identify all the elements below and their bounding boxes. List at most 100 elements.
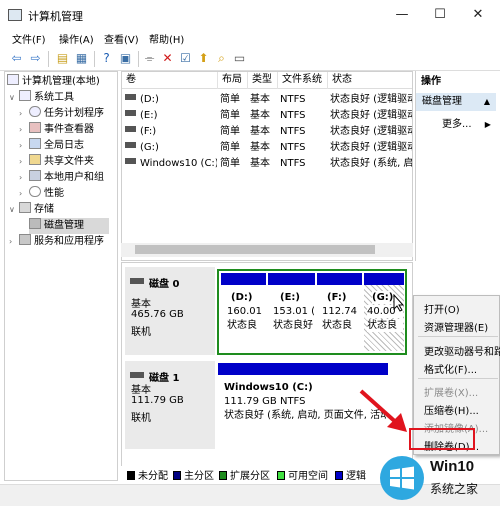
action-more[interactable]: 更多... ▶: [442, 115, 491, 130]
tree-item-shared-folders[interactable]: › 共享文件夹: [19, 154, 94, 170]
partition-bar: [364, 273, 404, 285]
folder-up-icon[interactable]: ⬆: [196, 51, 211, 66]
menu-view[interactable]: 查看(V): [104, 31, 139, 46]
tree-item-local-users[interactable]: › 本地用户和组: [19, 170, 104, 186]
tree-item-disk-management[interactable]: 磁盘管理: [29, 218, 109, 234]
tree-item-task-scheduler[interactable]: › 任务计划程序: [19, 106, 104, 122]
scrollbar-thumb[interactable]: [135, 245, 375, 254]
disk1-info[interactable]: 磁盘 1 基本 111.79 GB 联机: [125, 361, 215, 449]
chevron-right-icon[interactable]: ›: [19, 170, 29, 186]
partition-label: (F:): [327, 292, 347, 303]
help-icon[interactable]: ?: [99, 51, 114, 66]
chevron-right-icon: ▶: [484, 120, 491, 129]
column-header-type[interactable]: 类型: [248, 72, 278, 89]
partition-size: 112.74: [322, 306, 357, 317]
collapse-triangle-icon[interactable]: ▲: [484, 93, 490, 111]
menu-item-format[interactable]: 格式化(F)...: [424, 361, 477, 376]
action-disk-management[interactable]: 磁盘管理 ▲: [416, 93, 496, 111]
tree-label: 共享文件夹: [44, 156, 94, 167]
tree-item-event-viewer[interactable]: › 事件查看器: [19, 122, 94, 138]
up-folder-icon[interactable]: ▤: [55, 51, 70, 66]
tree-item-system-tools[interactable]: ∨ 系统工具: [9, 90, 74, 106]
clock-icon: [29, 106, 41, 117]
close-button[interactable]: ✕: [460, 4, 496, 26]
disk0-info[interactable]: 磁盘 0 基本 465.76 GB 联机: [125, 267, 215, 355]
layout-cell: 简单: [220, 142, 240, 153]
volume-cell: (G:): [125, 140, 217, 156]
menu-divider: [418, 336, 498, 337]
column-header-volume[interactable]: 卷: [122, 72, 218, 89]
tree-label: 任务计划程序: [44, 108, 104, 119]
cursor-shape: [393, 294, 405, 312]
minimize-button[interactable]: —: [384, 4, 420, 26]
status-cell: 状态良好 (逻辑驱动: [330, 126, 413, 137]
tree-label: 磁盘管理: [44, 220, 84, 231]
partition-g[interactable]: (G:) 40.00 状态良: [364, 273, 404, 351]
status-cell: 状态良好 (逻辑驱动: [330, 94, 413, 105]
volume-name: Windows10 (C:): [140, 158, 217, 169]
tree-label: 存储: [34, 204, 54, 215]
tree-item-performance[interactable]: › 性能: [19, 186, 64, 202]
tree-item-root[interactable]: 计算机管理(本地): [7, 74, 100, 90]
chevron-right-icon[interactable]: ›: [19, 154, 29, 170]
volume-icon: [125, 110, 136, 116]
menu-item-explorer[interactable]: 资源管理器(E): [424, 319, 488, 334]
volume-icon: [125, 158, 136, 164]
chevron-right-icon[interactable]: ›: [19, 106, 29, 122]
connect-icon[interactable]: ⌯: [142, 51, 157, 66]
tree-item-global-log[interactable]: › 全局日志: [19, 138, 84, 154]
toolbar-divider: [94, 51, 95, 67]
app-icon: [8, 9, 22, 21]
chevron-right-icon[interactable]: ›: [19, 122, 29, 138]
table-row[interactable]: (G:) 简单 基本 NTFS 状态良好 (逻辑驱动: [122, 140, 412, 156]
disk-size: 111.79 GB: [131, 395, 184, 406]
menu-item-extend-volume[interactable]: 扩展卷(X)...: [424, 384, 478, 399]
partition-f[interactable]: (F:) 112.74 状态良: [317, 273, 362, 351]
maximize-button[interactable]: ☐: [422, 4, 458, 26]
watermark-brand: Win10: [430, 458, 475, 475]
disk-icon: [130, 372, 144, 378]
tree-label: 本地用户和组: [44, 172, 104, 183]
legend-label: 未分配: [138, 471, 168, 482]
table-row[interactable]: (F:) 简单 基本 NTFS 状态良好 (逻辑驱动: [122, 124, 413, 140]
table-row[interactable]: (D:) 简单 基本 NTFS 状态良好 (逻辑驱动: [122, 92, 413, 108]
services-icon: [19, 234, 31, 245]
column-header-filesystem[interactable]: 文件系统: [278, 72, 328, 89]
view-icon[interactable]: ▭: [232, 51, 247, 66]
filesystem-cell: NTFS: [280, 94, 306, 105]
search-folder-icon[interactable]: ⌕: [214, 51, 229, 66]
tree-item-services[interactable]: › 服务和应用程序: [9, 234, 104, 250]
chevron-right-icon[interactable]: ›: [9, 234, 19, 250]
delete-icon[interactable]: ✕: [160, 51, 175, 66]
menu-file[interactable]: 文件(F): [12, 31, 46, 46]
back-arrow-icon[interactable]: ⇦: [9, 51, 24, 66]
menu-item-shrink-volume[interactable]: 压缩卷(H)...: [424, 402, 479, 417]
volume-name: (E:): [140, 110, 158, 121]
menu-item-open[interactable]: 打开(O): [424, 301, 460, 316]
chevron-down-icon[interactable]: ∨: [9, 90, 19, 106]
chevron-right-icon[interactable]: ›: [19, 186, 29, 202]
filesystem-cell: NTFS: [280, 142, 306, 153]
properties-icon[interactable]: ▣: [118, 51, 133, 66]
check-icon[interactable]: ☑: [178, 51, 193, 66]
partition-d[interactable]: (D:) 160.01 状态良: [221, 273, 266, 351]
column-header-layout[interactable]: 布局: [218, 72, 248, 89]
menu-help[interactable]: 帮助(H): [149, 31, 184, 46]
table-row[interactable]: Windows10 (C:) 简单 基本 NTFS 状态良好 (系统, 启动: [122, 156, 412, 172]
partition-e[interactable]: (E:) 153.01 ( 状态良好: [268, 273, 315, 351]
tree-item-storage[interactable]: ∨ 存储: [9, 202, 54, 218]
partition-label: (E:): [280, 292, 300, 303]
forward-arrow-icon[interactable]: ⇨: [28, 51, 43, 66]
menu-item-change-drive-letter[interactable]: 更改驱动器号和路: [424, 343, 500, 358]
mouse-cursor-icon: [393, 294, 405, 312]
chevron-down-icon[interactable]: ∨: [9, 202, 19, 218]
table-row[interactable]: (E:) 简单 基本 NTFS 状态良好 (逻辑驱动: [122, 108, 412, 124]
console-tree-icon[interactable]: ▦: [74, 51, 89, 66]
disk-icon: [29, 218, 41, 229]
chevron-right-icon[interactable]: ›: [19, 138, 29, 154]
menu-divider: [418, 378, 498, 379]
type-cell: 基本: [250, 110, 270, 121]
column-header-status[interactable]: 状态: [328, 72, 412, 89]
menu-action[interactable]: 操作(A): [59, 31, 94, 46]
volume-icon: [125, 142, 136, 148]
